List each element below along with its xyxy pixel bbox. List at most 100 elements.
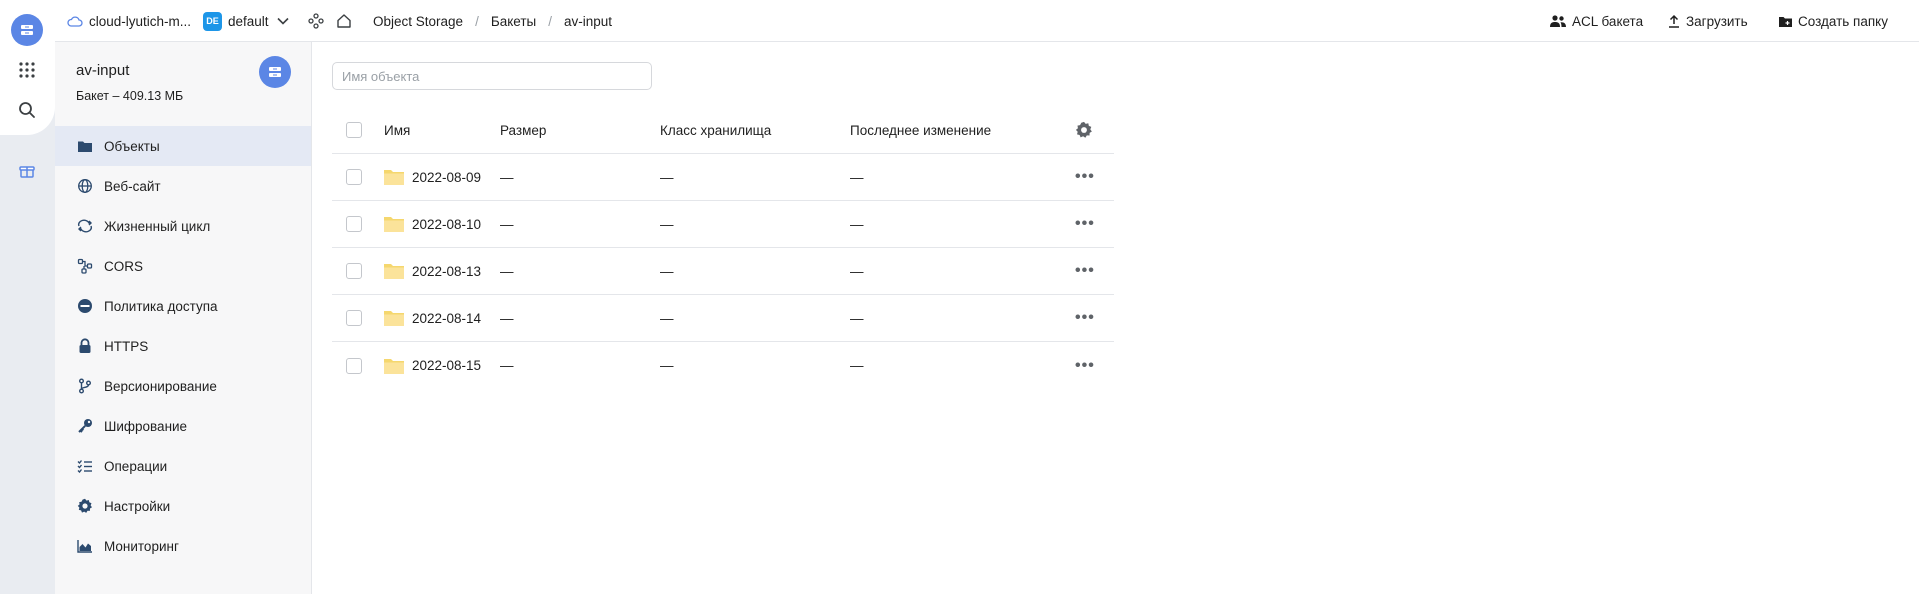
row-menu-icon[interactable]: •••	[1075, 248, 1095, 294]
table-row[interactable]: 2022-08-14 — — — •••	[332, 295, 1114, 342]
object-modified: —	[850, 358, 864, 373]
object-storage-class: —	[660, 216, 674, 232]
search-input[interactable]	[332, 62, 652, 90]
object-storage-class: —	[660, 169, 674, 185]
object-size: —	[500, 358, 514, 373]
sidebar-item-label: Политика доступа	[104, 298, 218, 314]
sidebar-item-label: Шифрование	[104, 418, 188, 434]
row-menu-icon[interactable]: •••	[1075, 342, 1095, 389]
sidebar-item-lifecycle[interactable]: Жизненный цикл	[55, 206, 311, 246]
cloud-selector[interactable]: cloud-lyutich-m...	[67, 0, 191, 42]
row-menu-icon[interactable]: •••	[1075, 154, 1095, 200]
row-checkbox[interactable]	[346, 248, 362, 294]
row-checkbox[interactable]	[346, 201, 362, 247]
cors-icon	[76, 257, 94, 275]
row-checkbox[interactable]	[346, 154, 362, 200]
sidebar-item-access-policy[interactable]: Политика доступа	[55, 286, 311, 326]
object-name[interactable]: 2022-08-14	[412, 295, 481, 341]
object-name[interactable]: 2022-08-15	[412, 342, 481, 389]
lock-icon	[76, 337, 94, 355]
column-name[interactable]: Имя	[384, 107, 410, 153]
gear-icon	[76, 497, 94, 515]
bucket-name: av-input	[76, 62, 130, 79]
bucket-sidebar: av-input Бакет – 409.13 МБ Объекты Веб-с…	[55, 42, 312, 594]
column-settings-icon[interactable]	[1075, 107, 1093, 153]
acl-button[interactable]: ACL бакета	[1549, 0, 1643, 42]
sidebar-item-website[interactable]: Веб-сайт	[55, 166, 311, 206]
object-size: —	[500, 216, 514, 232]
users-icon	[1549, 14, 1567, 28]
object-name[interactable]: 2022-08-10	[412, 201, 481, 247]
table-row[interactable]: 2022-08-09 — — — •••	[332, 154, 1114, 201]
services-icon[interactable]	[308, 0, 324, 42]
storage-service-icon[interactable]	[11, 14, 43, 46]
sidebar-nav: Объекты Веб-сайт Жизненный цикл CORS Пол…	[55, 126, 311, 566]
create-folder-label: Создать папку	[1798, 13, 1888, 29]
sidebar-item-label: Жизненный цикл	[104, 218, 211, 234]
sidebar-item-label: Настройки	[104, 498, 171, 514]
checklist-icon	[76, 457, 94, 475]
object-name[interactable]: 2022-08-13	[412, 248, 481, 294]
folder-selector[interactable]: DE default	[203, 0, 289, 42]
sidebar-item-versioning[interactable]: Версионирование	[55, 366, 311, 406]
folder-badge: DE	[203, 11, 222, 31]
folder-icon	[383, 248, 405, 294]
app-rail	[0, 0, 55, 594]
branch-icon	[76, 377, 94, 395]
table-row[interactable]: 2022-08-10 — — — •••	[332, 201, 1114, 248]
search-icon[interactable]	[14, 97, 40, 123]
home-icon[interactable]	[336, 0, 352, 42]
bucket-size: Бакет – 409.13 МБ	[76, 89, 184, 103]
sidebar-item-monitoring[interactable]: Мониторинг	[55, 526, 311, 566]
breadcrumb-separator: /	[548, 13, 552, 29]
folder-icon	[76, 137, 94, 155]
breadcrumb-buckets[interactable]: Бакеты	[491, 14, 536, 29]
table-row[interactable]: 2022-08-13 — — — •••	[332, 248, 1114, 295]
sidebar-item-label: Веб-сайт	[104, 178, 161, 194]
row-menu-icon[interactable]: •••	[1075, 201, 1095, 247]
top-bar: cloud-lyutich-m... DE default Object Sto…	[55, 0, 1919, 42]
column-modified[interactable]: Последнее изменение	[850, 107, 991, 153]
sidebar-item-operations[interactable]: Операции	[55, 446, 311, 486]
object-size: —	[500, 310, 514, 326]
create-folder-button[interactable]: Создать папку	[1778, 0, 1888, 42]
sidebar-item-settings[interactable]: Настройки	[55, 486, 311, 526]
chevron-down-icon	[276, 17, 289, 25]
select-all-checkbox[interactable]	[346, 107, 362, 153]
cycle-icon	[76, 217, 94, 235]
breadcrumb: Object Storage / Бакеты / av-input	[373, 0, 612, 42]
object-size: —	[500, 169, 514, 185]
sidebar-item-cors[interactable]: CORS	[55, 246, 311, 286]
table-header: Имя Размер Класс хранилища Последнее изм…	[332, 107, 1114, 154]
upload-icon	[1667, 14, 1681, 28]
gift-icon[interactable]	[14, 158, 40, 184]
object-storage-class: —	[660, 263, 674, 279]
folder-icon	[383, 295, 405, 341]
breadcrumb-object-storage[interactable]: Object Storage	[373, 14, 463, 29]
sidebar-item-label: Мониторинг	[104, 538, 179, 554]
column-size[interactable]: Размер	[500, 107, 546, 153]
upload-label: Загрузить	[1686, 13, 1748, 29]
apps-grid-icon[interactable]	[14, 57, 40, 83]
row-menu-icon[interactable]: •••	[1075, 295, 1095, 341]
object-modified: —	[850, 169, 864, 185]
sidebar-item-objects[interactable]: Объекты	[55, 126, 311, 166]
cloud-icon	[67, 15, 83, 27]
cloud-name: cloud-lyutich-m...	[89, 13, 192, 29]
object-storage-class: —	[660, 310, 674, 326]
row-checkbox[interactable]	[346, 342, 362, 389]
bucket-icon	[259, 56, 291, 88]
breadcrumb-current: av-input	[563, 13, 612, 29]
breadcrumb-separator: /	[475, 13, 479, 29]
sidebar-item-https[interactable]: HTTPS	[55, 326, 311, 366]
object-name[interactable]: 2022-08-09	[412, 154, 481, 200]
sidebar-item-encryption[interactable]: Шифрование	[55, 406, 311, 446]
folder-name: default	[228, 13, 269, 29]
globe-icon	[76, 177, 94, 195]
sidebar-item-label: HTTPS	[104, 338, 149, 354]
main-content: Имя Размер Класс хранилища Последнее изм…	[313, 42, 1919, 594]
table-row[interactable]: 2022-08-15 — — — •••	[332, 342, 1114, 389]
row-checkbox[interactable]	[346, 295, 362, 341]
column-storage-class[interactable]: Класс хранилища	[660, 107, 771, 153]
upload-button[interactable]: Загрузить	[1667, 0, 1748, 42]
